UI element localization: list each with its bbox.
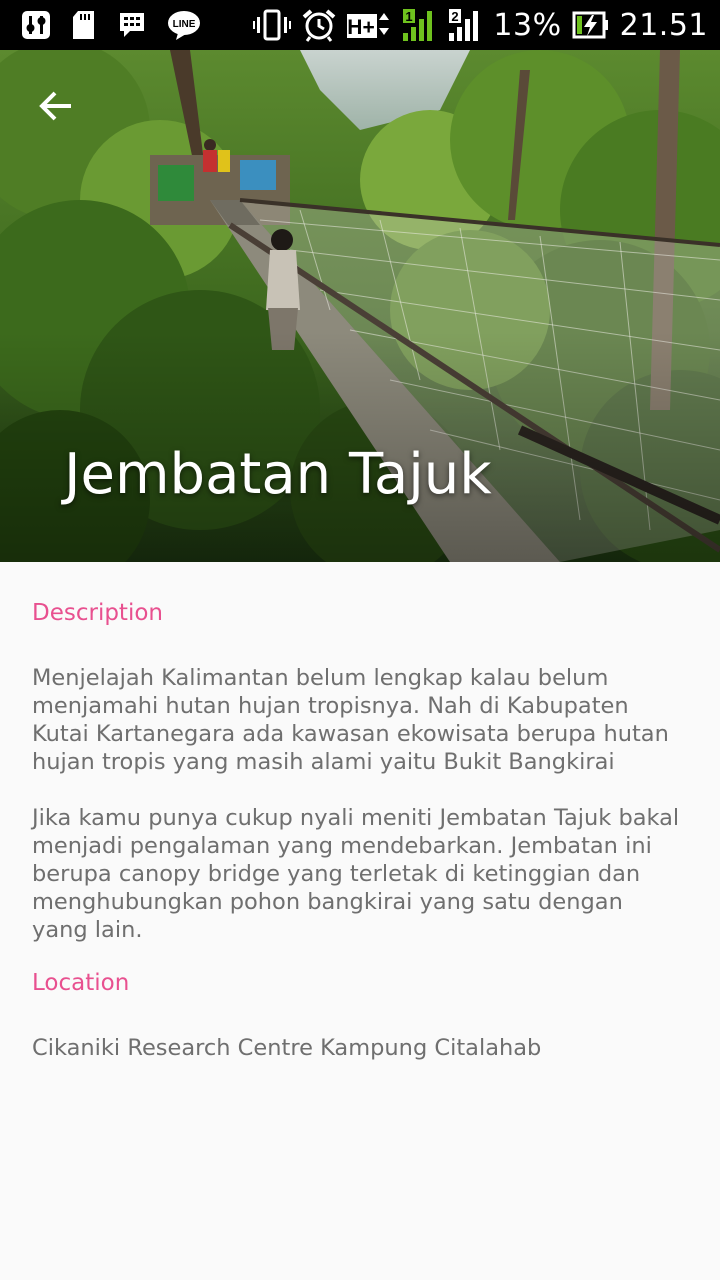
- network-hplus-icon: H+: [347, 8, 391, 42]
- signal-sim1-icon: 1: [401, 7, 437, 43]
- description-heading: Description: [32, 600, 163, 626]
- sd-card-icon: [70, 9, 98, 41]
- detail-content: Description Menjelajah Kalimantan belum …: [32, 562, 682, 1062]
- hero-image: Jembatan Tajuk: [0, 50, 720, 562]
- back-button[interactable]: [28, 80, 84, 136]
- battery-percent: 13%: [493, 7, 562, 43]
- alarm-icon: [301, 8, 337, 42]
- signal-sim2-icon: 2: [447, 7, 483, 43]
- settings-adjust-icon: [20, 9, 52, 41]
- arrow-left-icon: [38, 90, 74, 127]
- page-title: Jembatan Tajuk: [64, 442, 492, 507]
- description-body: Menjelajah Kalimantan belum lengkap kala…: [32, 664, 682, 944]
- location-text: Cikaniki Research Centre Kampung Citalah…: [32, 1035, 542, 1061]
- line-app-label: LINE: [173, 19, 196, 30]
- clock: 21.51: [619, 7, 708, 43]
- system-status: H+ 1 2 13% 21.51: [253, 6, 708, 44]
- battery-charging-icon: [572, 10, 610, 40]
- network-type-label: H+: [348, 16, 375, 39]
- notification-icons: LINE: [20, 8, 202, 42]
- sim1-label: 1: [406, 9, 413, 24]
- description-paragraph-1: Menjelajah Kalimantan belum lengkap kala…: [32, 665, 669, 775]
- sim2-label: 2: [452, 9, 459, 24]
- description-paragraph-2: Jika kamu punya cukup nyali meniti Jemba…: [32, 805, 680, 943]
- bbm-icon: [116, 9, 148, 41]
- status-bar: LINE H+ 1 2 13% 21.51: [0, 0, 720, 50]
- line-app-icon: LINE: [166, 9, 202, 41]
- detail-screen: LINE H+ 1 2 13% 21.51 Jembatan Tajuk Des…: [0, 0, 720, 1280]
- location-heading: Location: [32, 970, 130, 996]
- vibrate-icon: [253, 8, 292, 42]
